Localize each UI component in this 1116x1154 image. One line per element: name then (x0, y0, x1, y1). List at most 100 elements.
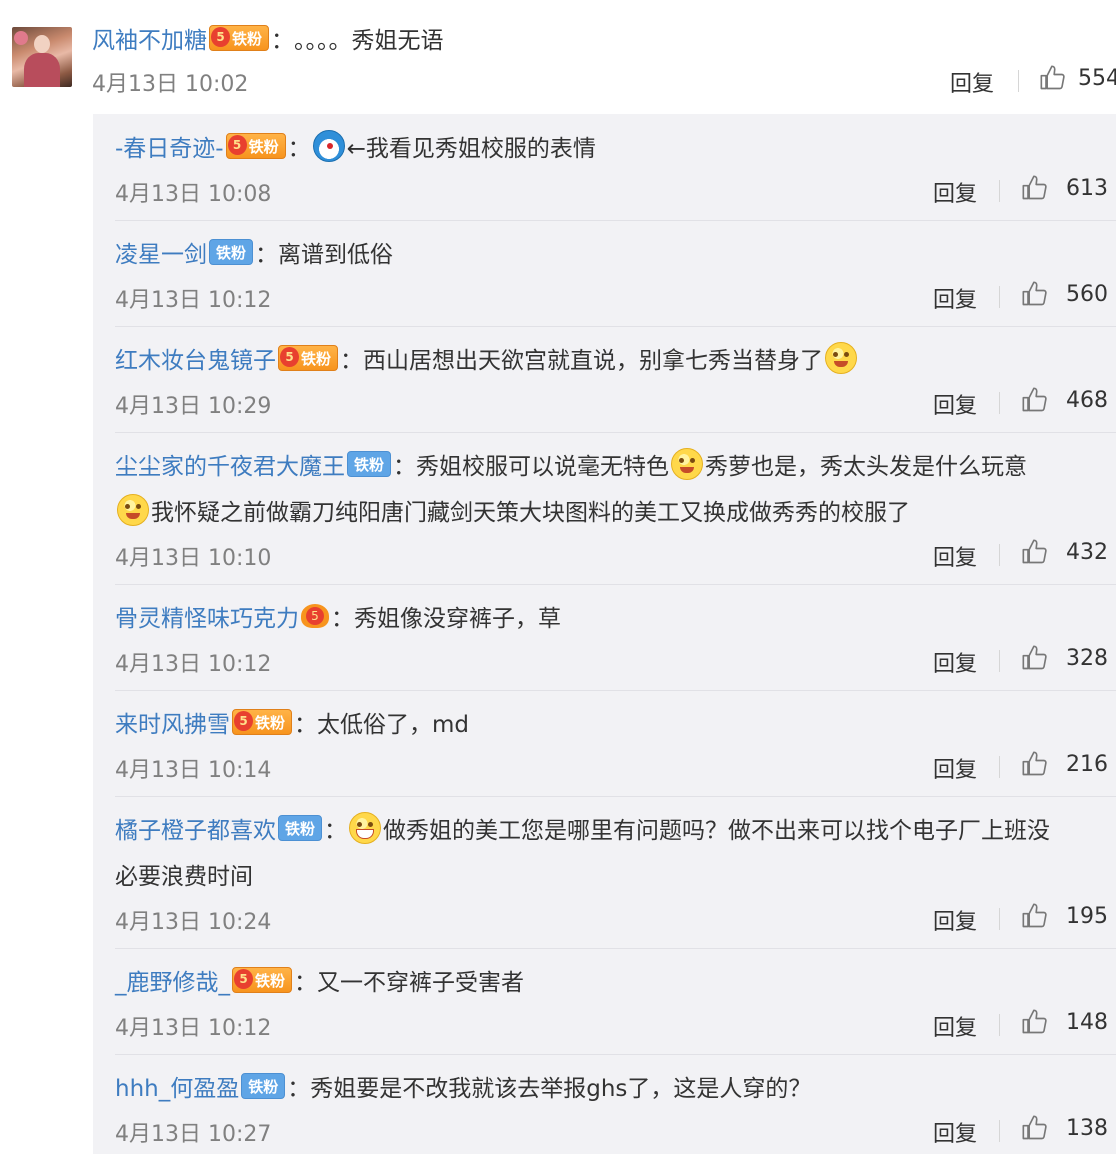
reply-body: 橘子橙子都喜欢 铁粉 ： 做秀姐的美工您是哪里有问题吗？做不出来可以找个电子厂上… (115, 808, 1116, 848)
like-button[interactable] (1021, 644, 1049, 676)
meta-divider (999, 908, 1000, 930)
meta-divider (999, 286, 1000, 308)
reply-button[interactable]: 回复 (933, 176, 977, 208)
username-link[interactable]: 橘子橙子都喜欢 (115, 811, 276, 845)
reply-button[interactable]: 回复 (950, 66, 994, 98)
reply-item: 红木妆台鬼镜子 5 铁粉 ： 西山居想出天欲宫就直说，别拿七秀当替身了 4月13日… (115, 338, 1116, 433)
separator: ： (255, 242, 279, 268)
username-link[interactable]: 红木妆台鬼镜子 (115, 341, 276, 375)
fan-badge[interactable]: 铁粉 (347, 451, 392, 477)
reply-meta: 4月13日 10:12 回复 328 (115, 644, 1116, 678)
comment-body: 风袖不加糖 5 铁粉 ： 。。。。秀姐无语 (92, 18, 1116, 58)
timestamp: 4月13日 10:14 (115, 758, 272, 783)
crest-icon: 5 (306, 607, 324, 625)
crest-icon: 5 (234, 969, 253, 989)
reply-text: 秀姐校服可以说毫无特色 (416, 454, 670, 480)
fan-badge[interactable]: 5 铁粉 (278, 345, 339, 371)
reply-item: 凌星一剑 铁粉 ： 离谱到低俗 4月13日 10:12 回复 560 (115, 232, 1116, 327)
reply-button[interactable]: 回复 (933, 1010, 977, 1042)
timestamp: 4月13日 10:27 (115, 1122, 272, 1147)
username-link[interactable]: 尘尘家的千夜君大魔王 (115, 447, 345, 481)
commenter-avatar[interactable] (12, 27, 72, 87)
reply-item: 来时风拂雪 5 铁粉 ： 太低俗了，md 4月13日 10:14 回复 216 (115, 702, 1116, 797)
reply-button[interactable]: 回复 (933, 904, 977, 936)
thumbs-up-icon (1022, 903, 1047, 928)
reply-button[interactable]: 回复 (933, 388, 977, 420)
meta-divider (999, 392, 1000, 414)
username-link[interactable]: hhh_何盈盈 (115, 1069, 239, 1103)
username-link[interactable]: 凌星一剑 (115, 235, 207, 269)
separator: ： (294, 712, 318, 738)
username-link[interactable]: _鹿野修哉_ (115, 963, 230, 997)
username-link[interactable]: 来时风拂雪 (115, 705, 230, 739)
separator: ： (294, 970, 318, 996)
thumbs-up-icon (1022, 281, 1047, 306)
crest-icon: 5 (234, 711, 253, 731)
like-button[interactable] (1021, 750, 1049, 782)
reply-text: 太低俗了，md (317, 712, 470, 738)
reply-item: hhh_何盈盈 铁粉 ： 秀姐要是不改我就该去举报ghs了，这是人穿的？ 4月1… (115, 1066, 1116, 1147)
separator: ： (324, 818, 348, 844)
reply-button[interactable]: 回复 (933, 752, 977, 784)
like-button[interactable] (1039, 64, 1067, 96)
divider (115, 1054, 1116, 1055)
crest-icon: 5 (280, 347, 299, 367)
fan-badge[interactable]: 5 (301, 604, 329, 628)
thumbs-up-icon (1022, 387, 1047, 412)
reply-text: 西山居想出天欲宫就直说，别拿七秀当替身了 (363, 348, 824, 374)
like-button[interactable] (1021, 280, 1049, 312)
like-button[interactable] (1021, 902, 1049, 934)
reply-button[interactable]: 回复 (933, 646, 977, 678)
username-link[interactable]: 风袖不加糖 (92, 21, 207, 55)
meta-divider (999, 1014, 1000, 1036)
reply-item: 骨灵精怪味巧克力 5 ： 秀姐像没穿裤子，草 4月13日 10:12 回复 32… (115, 596, 1116, 691)
comment-text: 。。。。秀姐无语 (294, 28, 444, 54)
like-count: 613 (1066, 176, 1108, 201)
avatar-face (34, 35, 50, 53)
reply-text: ←我看见秀姐校服的表情 (346, 136, 596, 162)
smile-emoji-icon (671, 448, 704, 480)
divider (115, 948, 1116, 949)
username-link[interactable]: -春日奇迹- (115, 129, 224, 163)
thumbs-up-icon (1022, 1115, 1047, 1140)
divider (115, 432, 1116, 433)
timestamp: 4月13日 10:29 (115, 394, 272, 419)
reply-text: 秀姐像没穿裤子，草 (354, 606, 561, 632)
divider (115, 796, 1116, 797)
fan-badge[interactable]: 铁粉 (209, 239, 254, 265)
like-button[interactable] (1021, 1008, 1049, 1040)
fan-badge[interactable]: 铁粉 (278, 815, 323, 841)
fan-badge[interactable]: 5 铁粉 (225, 133, 286, 159)
fan-badge[interactable]: 5 铁粉 (209, 25, 270, 51)
timestamp: 4月13日 10:10 (115, 546, 272, 571)
reply-button[interactable]: 回复 (933, 1116, 977, 1148)
fan-badge[interactable]: 5 铁粉 (232, 709, 293, 735)
like-count: 216 (1066, 752, 1108, 777)
like-button[interactable] (1021, 174, 1049, 206)
reply-button[interactable]: 回复 (933, 540, 977, 572)
reply-text: 必要浪费时间 (115, 864, 253, 890)
reply-item: 橘子橙子都喜欢 铁粉 ： 做秀姐的美工您是哪里有问题吗？做不出来可以找个电子厂上… (115, 808, 1116, 949)
meta-divider (999, 650, 1000, 672)
fan-badge[interactable]: 5 铁粉 (232, 967, 293, 993)
fan-badge[interactable]: 铁粉 (241, 1073, 286, 1099)
meta-divider (999, 544, 1000, 566)
badge-label: 铁粉 (248, 137, 279, 156)
like-count: 195 (1066, 904, 1108, 929)
like-count: 560 (1066, 282, 1108, 307)
reply-text: 又一不穿裤子受害者 (317, 970, 525, 996)
badge-label: 铁粉 (301, 349, 332, 368)
like-button[interactable] (1021, 386, 1049, 418)
like-button[interactable] (1021, 538, 1049, 570)
timestamp: 4月13日 10:08 (115, 182, 272, 207)
badge-label: 铁粉 (232, 29, 263, 48)
username-link[interactable]: 骨灵精怪味巧克力 (115, 599, 299, 633)
like-button[interactable] (1021, 1114, 1049, 1146)
reply-meta: 4月13日 10:27 回复 138 (115, 1114, 1116, 1148)
badge-label: 铁粉 (255, 971, 286, 990)
top-comment: 风袖不加糖 5 铁粉 ： 。。。。秀姐无语 4月13日 10:02 回复 554 (92, 18, 1116, 97)
separator: ： (287, 1076, 311, 1102)
reply-button[interactable]: 回复 (933, 282, 977, 314)
comment-meta: 4月13日 10:02 回复 554 (92, 64, 1116, 98)
reply-body: 来时风拂雪 5 铁粉 ： 太低俗了，md (115, 702, 1116, 742)
